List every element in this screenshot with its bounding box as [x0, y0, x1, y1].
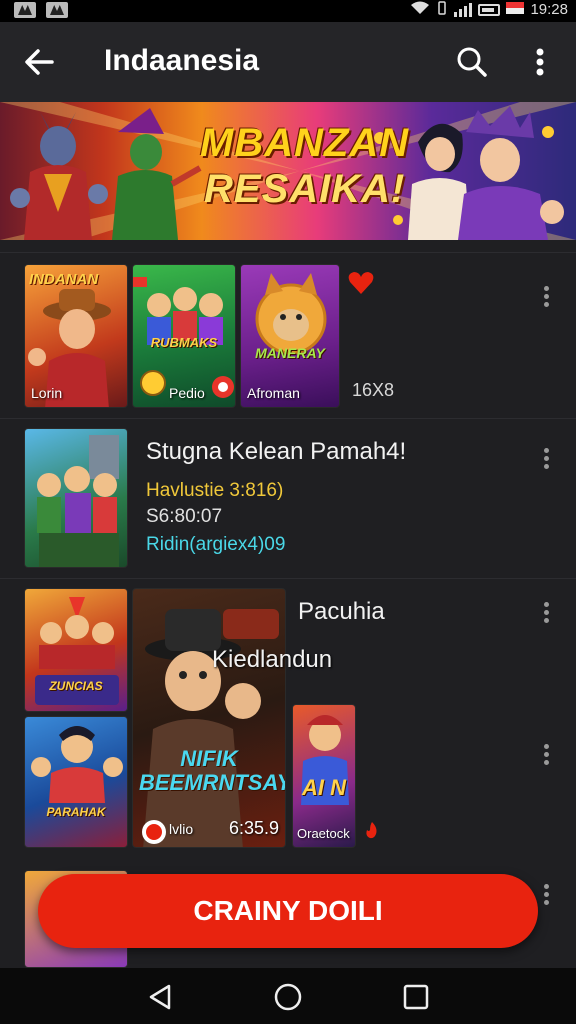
arrow-left-icon — [25, 49, 54, 75]
flag-icon — [506, 2, 525, 17]
nav-recents-icon[interactable] — [401, 982, 431, 1012]
item-count: 16X8 — [352, 380, 395, 400]
promo-banner[interactable]: MBANZAN RESAIKA! — [0, 102, 576, 240]
game-thumbnail[interactable] — [24, 428, 128, 568]
app-bar: Indaanesia — [0, 22, 576, 102]
overflow-menu-button[interactable] — [524, 42, 556, 82]
thumbnail-badge-label: lvlio — [169, 821, 194, 837]
flame-icon — [366, 822, 377, 839]
thumbnail-title: ZUNCIAS — [49, 679, 103, 693]
thumbnail-title: NIFIK BEEMRNTSAY — [139, 746, 286, 795]
page-title: Indaanesia — [104, 44, 260, 77]
row-more-button[interactable] — [536, 882, 556, 910]
row-info: Ridin(argiex4)09 — [146, 534, 286, 555]
thumbnail-title: PARAHAK — [46, 805, 106, 819]
row-more-button[interactable] — [536, 284, 556, 312]
nav-home-icon[interactable] — [273, 982, 303, 1012]
wifi-icon — [410, 1, 430, 18]
thumbnail-label: Afroman — [247, 385, 300, 401]
divider — [0, 252, 576, 253]
row-more-button[interactable] — [536, 600, 556, 628]
primary-action-button[interactable]: CRAINY DOILI — [38, 874, 538, 948]
system-nav-bar — [0, 968, 576, 1024]
row-more-button[interactable] — [536, 446, 556, 474]
battery-icon — [478, 3, 501, 16]
game-thumbnail[interactable]: MANERAY Afroman — [240, 264, 340, 408]
game-thumbnail[interactable]: RUBMAKS Pedio — [132, 264, 236, 408]
search-icon — [457, 47, 487, 77]
heart-icon[interactable] — [346, 268, 376, 298]
row-detail: Havlustie 3:816) — [146, 480, 284, 501]
divider — [0, 578, 576, 579]
thumbnail-title: RUBMAKS — [150, 335, 218, 350]
thumbnail-art — [143, 609, 279, 847]
back-button[interactable] — [18, 40, 62, 84]
badge-icon — [212, 376, 234, 398]
banner-title-line2: RESAIKA! — [204, 167, 406, 211]
row-title: Pacuhia — [298, 598, 385, 625]
vibrate-icon — [436, 1, 448, 18]
thumbnail-label: Pedio — [169, 385, 205, 401]
game-thumbnail-featured[interactable]: NIFIK BEEMRNTSAY lvlio 6:35.9 — [132, 588, 286, 848]
more-vert-icon — [536, 48, 544, 76]
status-time: 19:28 — [530, 1, 568, 18]
thumbnail-duration: 6:35.9 — [229, 818, 280, 838]
divider — [0, 418, 576, 419]
game-thumbnail[interactable]: PARAHAK — [24, 716, 128, 848]
badge-icon — [142, 820, 166, 844]
row-timestamp: S6:80:07 — [146, 506, 223, 527]
thumbnail-art — [35, 597, 119, 705]
row-title: Stugna Kelean Pamah4! — [146, 438, 407, 465]
thumbnail-title: MANERAY — [255, 345, 325, 361]
thumbnail-art — [37, 435, 119, 567]
row-more-button[interactable] — [536, 742, 556, 770]
game-thumbnail[interactable]: ZUNCIAS — [24, 588, 128, 712]
gmail-icon — [46, 2, 68, 18]
banner-title: MBANZAN RESAIKA! — [200, 120, 409, 212]
thumbnail-title: INDANAN — [29, 271, 99, 288]
thumbnail-label: Oraetock — [297, 826, 350, 841]
signal-icon — [454, 2, 473, 17]
row-subtitle: Kiedlandun — [212, 646, 333, 673]
banner-title-line1: MBANZAN — [200, 121, 410, 165]
gmail-icon — [14, 2, 36, 18]
thumbnail-title: AI N — [302, 775, 346, 800]
game-thumbnail[interactable]: INDANAN Lorin — [24, 264, 128, 408]
status-right: 19:28 — [410, 1, 568, 18]
status-notifications — [14, 2, 68, 18]
thumbnail-art — [31, 726, 123, 803]
nav-back-icon[interactable] — [145, 982, 175, 1012]
thumbnail-label: Lorin — [31, 385, 63, 401]
status-bar: 19:28 — [0, 0, 576, 22]
search-button[interactable] — [452, 42, 492, 82]
game-thumbnail[interactable]: AI N Oraetock — [292, 704, 356, 848]
